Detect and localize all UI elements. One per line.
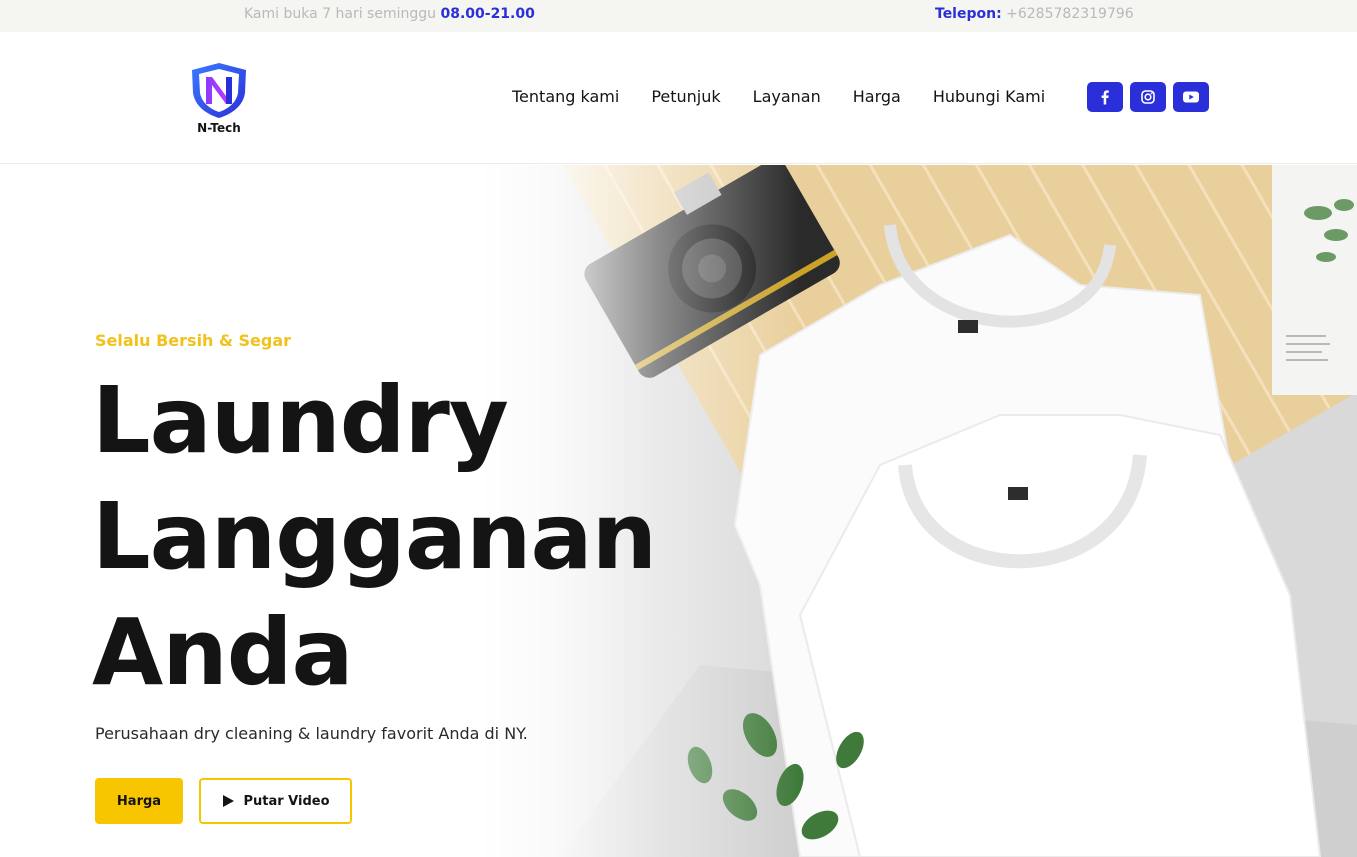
play-video-button[interactable]: Putar Video — [199, 778, 352, 824]
shield-logo-icon — [192, 63, 246, 118]
nav-item-petunjuk[interactable]: Petunjuk — [651, 87, 720, 106]
facebook-button[interactable] — [1087, 82, 1123, 112]
top-info-bar: Kami buka 7 hari seminggu 08.00-21.00 Te… — [0, 0, 1357, 32]
price-button[interactable]: Harga — [95, 778, 183, 824]
headline-line-2: Langganan — [92, 483, 657, 590]
opening-hours-value: 08.00-21.00 — [440, 6, 535, 22]
logo-text: N-Tech — [197, 121, 241, 135]
instagram-button[interactable] — [1130, 82, 1166, 112]
phone-number[interactable]: +6285782319796 — [1006, 6, 1134, 22]
hero-tagline: Selalu Bersih & Segar — [95, 331, 292, 350]
facebook-icon — [1101, 90, 1109, 105]
play-icon — [223, 795, 235, 807]
play-video-label: Putar Video — [243, 793, 330, 809]
nav-item-tentang-kami[interactable]: Tentang kami — [512, 87, 619, 106]
site-header: N-Tech Tentang kami Petunjuk Layanan Har… — [0, 32, 1357, 164]
site-logo[interactable]: N-Tech — [188, 60, 250, 140]
nav-item-hubungi-kami[interactable]: Hubungi Kami — [933, 87, 1045, 106]
instagram-icon — [1141, 90, 1155, 104]
hero-headline: Laundry Langganan Anda — [92, 363, 657, 711]
phone-label: Telepon: — [935, 6, 1002, 22]
opening-hours: Kami buka 7 hari seminggu 08.00-21.00 — [244, 6, 535, 22]
nav-item-layanan[interactable]: Layanan — [753, 87, 821, 106]
youtube-icon — [1183, 91, 1199, 103]
youtube-button[interactable] — [1173, 82, 1209, 112]
hero-section: Selalu Bersih & Segar Laundry Langganan … — [0, 165, 1357, 857]
opening-hours-label: Kami buka 7 hari seminggu — [244, 6, 437, 22]
headline-line-1: Laundry — [92, 367, 509, 474]
main-nav: Tentang kami Petunjuk Layanan Harga Hubu… — [512, 87, 1045, 106]
hero-subtext: Perusahaan dry cleaning & laundry favori… — [95, 724, 528, 743]
nav-item-harga[interactable]: Harga — [853, 87, 901, 106]
phone-info: Telepon: +6285782319796 — [935, 6, 1134, 22]
headline-line-3: Anda — [92, 599, 354, 706]
